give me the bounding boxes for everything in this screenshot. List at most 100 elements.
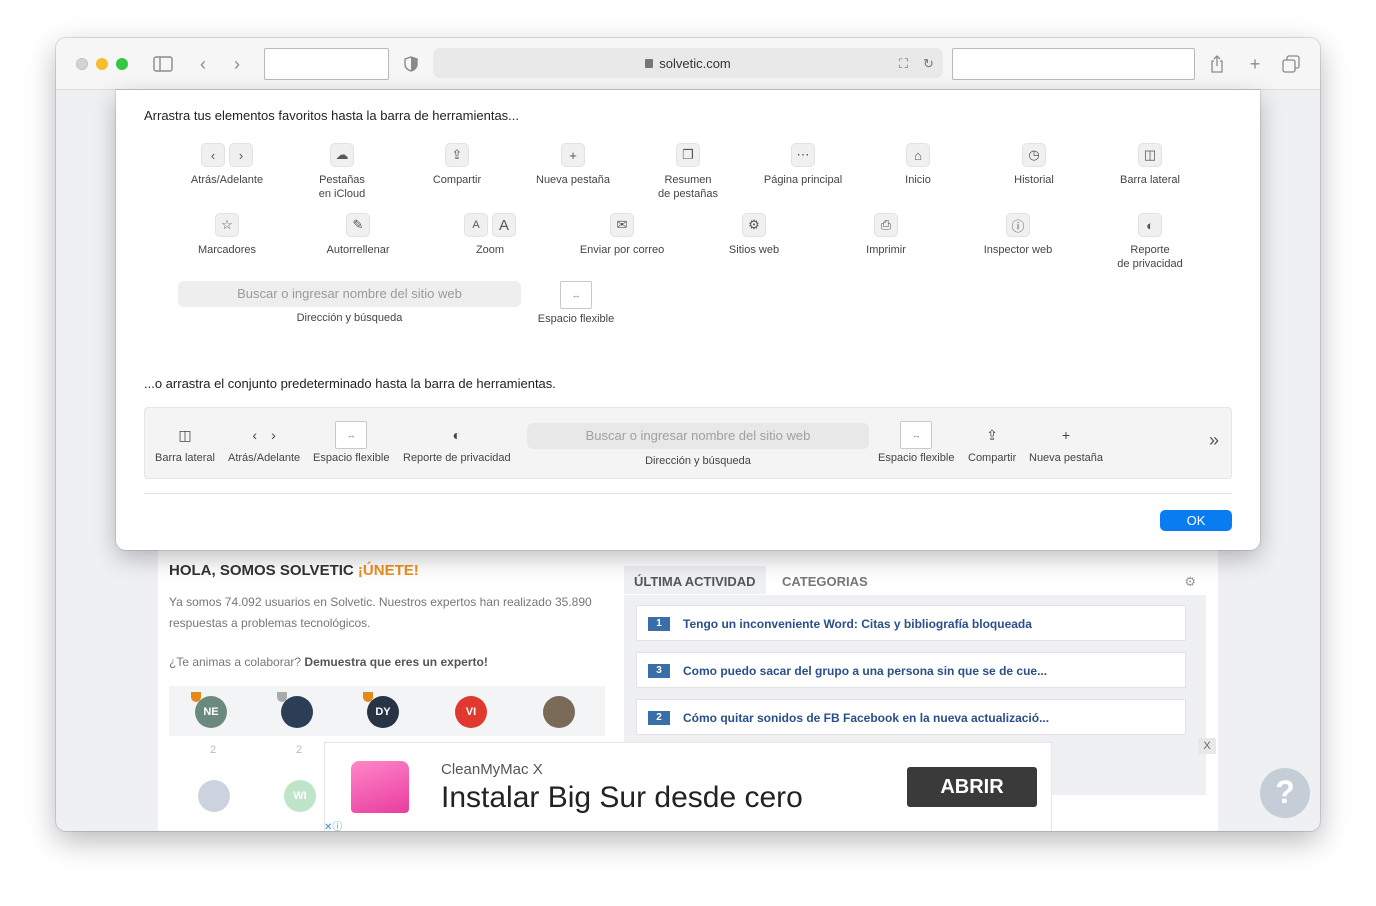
item-back-forward[interactable]: ‹ › Atrás/Adelante [167,142,287,187]
default-toolbar-set[interactable]: ◫ Barra lateral ‹ › Atrás/Adelante ↔ Espa… [144,407,1232,479]
item-history[interactable]: ◷ Historial [974,142,1094,187]
item-print[interactable]: ⎙ Imprimir [826,212,946,257]
default-item-back-forward: ‹ › Atrás/Adelante [228,427,301,464]
avatar[interactable]: VI [455,696,487,728]
toolbar-drop-slot-left[interactable] [264,48,389,80]
sheet-title: Arrastra tus elementos favoritos hasta l… [144,108,520,123]
user-count: 2 [296,744,303,756]
reload-icon[interactable]: ↻ [923,56,934,72]
avatar[interactable] [543,696,575,728]
gear-icon: ⚙ [742,213,766,237]
autofill-icon: ✎ [346,213,370,237]
tab-categorias[interactable]: CATEGORIAS [782,574,868,589]
default-item-new-tab: + Nueva pestaña [1029,427,1103,464]
item-tab-overview[interactable]: ❐ Resumen de pestañas [628,142,748,201]
item-privacy-report[interactable]: ◐ Reporte de privacidad [1090,212,1210,271]
back-icon[interactable]: ‹ [192,53,214,75]
advertisement-banner[interactable]: CleanMyMac X Instalar Big Sur desde cero… [324,742,1052,831]
star-icon: ☆ [215,213,239,237]
avatar[interactable]: DY [367,696,399,728]
ad-open-button[interactable]: ABRIR [907,767,1037,807]
default-item-sidebar: ◫ Barra lateral [155,426,215,465]
tab-ultima-actividad[interactable]: ÚLTIMA ACTIVIDAD [624,566,766,594]
item-sidebar[interactable]: ◫ Barra lateral [1090,142,1210,187]
default-item-flex2: ↔ Espacio flexible [878,421,954,464]
sidebar-toggle-icon[interactable] [152,53,174,75]
address-text: solvetic.com [659,56,731,71]
collaborate-link[interactable]: Demuestra que eres un experto! [304,655,487,669]
privacy-shield-icon: ◐ [1138,213,1162,237]
zoom-out-icon: A [464,213,488,237]
privacy-shield-icon[interactable] [400,53,422,75]
ad-headline: Instalar Big Sur desde cero [441,781,803,814]
item-new-tab[interactable]: + Nueva pestaña [513,142,633,187]
forward-icon[interactable]: › [226,53,248,75]
item-flexible-space[interactable]: ↔ Espacio flexible [516,280,636,326]
item-share[interactable]: ⇪ Compartir [397,142,517,187]
ad-close-button[interactable]: X [1198,738,1216,754]
avatar[interactable]: WI [284,780,316,812]
info-icon: ⓘ [1006,213,1030,237]
default-item-privacy: ◐ Reporte de privacidad [403,427,511,464]
toolbar-drop-slot-right[interactable] [952,48,1195,80]
adchoices-icon[interactable]: ✕ⓘ [324,818,354,831]
item-bookmarks[interactable]: ☆ Marcadores [167,212,287,257]
sidebar-icon: ◫ [1138,143,1162,167]
close-window-button[interactable] [76,58,88,70]
minimize-window-button[interactable] [96,58,108,70]
home-icon: ⌂ [906,143,930,167]
top-users-strip: NE DY VI [169,686,605,736]
item-websites[interactable]: ⚙ Sitios web [694,212,814,257]
tab-overview-icon[interactable] [1280,53,1302,75]
avatar[interactable] [198,780,230,812]
item-icloud-tabs[interactable]: ☁ Pestañas en iCloud [282,142,402,201]
avatar[interactable] [281,696,313,728]
item-mail[interactable]: ✉ Enviar por correo [562,212,682,257]
share-icon: ⇪ [986,426,999,443]
item-address-search[interactable]: Buscar o ingresar nombre del sitio web [178,281,521,307]
share-icon[interactable] [1206,53,1228,75]
user-count: 2 [210,744,217,756]
activity-item[interactable]: 2 Cómo quitar sonidos de FB Facebook en l… [636,699,1186,735]
default-item-flex1: ↔ Espacio flexible [313,421,389,464]
browser-window: ‹ › solvetic.com ⛶ ↻ + HOLA, SOMOS SOLVE… [56,38,1320,831]
lock-icon [645,59,654,68]
flexible-space-icon: ↔ [560,281,592,309]
item-home[interactable]: ⌂ Inicio [858,142,978,187]
activity-item[interactable]: 3 Como puedo sacar del grupo a una person… [636,652,1186,688]
address-bar[interactable]: solvetic.com ⛶ ↻ [433,48,943,78]
mail-icon: ✉ [610,213,634,237]
zoom-in-icon: A [492,213,516,237]
item-web-inspector[interactable]: ⓘ Inspector web [958,212,1078,257]
default-item-share: ⇪ Compartir [968,426,1017,465]
activity-tabs: ÚLTIMA ACTIVIDAD CATEGORIAS ⚙ [624,560,1206,594]
zoom-window-button[interactable] [116,58,128,70]
item-zoom[interactable]: AA Zoom [430,212,550,257]
more-chevron-icon[interactable]: » [1209,430,1219,451]
tab-overview-icon: ❐ [676,143,700,167]
default-search-label: Dirección y búsqueda [645,455,751,467]
clock-icon: ◷ [1022,143,1046,167]
sheet-divider [144,493,1232,494]
gear-icon[interactable]: ⚙ [1184,574,1196,590]
new-tab-icon[interactable]: + [1244,53,1266,75]
item-autofill[interactable]: ✎ Autorrellenar [298,212,418,257]
default-item-search: Buscar o ingresar nombre del sitio web [527,423,869,449]
translate-icon[interactable]: ⛶ [899,56,908,72]
address-search-label: Dirección y búsqueda [296,312,403,324]
item-start-page[interactable]: ⋯ Página principal [743,142,863,187]
back-icon: ‹ [201,143,225,167]
default-set-heading: ...o arrastra el conjunto predeterminado… [144,376,556,391]
ok-button[interactable]: OK [1160,510,1232,531]
back-icon: ‹ [252,427,258,443]
forward-icon: › [229,143,253,167]
forward-icon: › [271,427,276,443]
join-link[interactable]: ¡ÚNETE! [358,562,419,579]
cleanmymac-logo [351,761,409,813]
browser-toolbar: ‹ › solvetic.com ⛶ ↻ + [56,38,1320,90]
flexible-space-icon: ↔ [335,421,368,449]
grid-icon: ⋯ [791,143,815,167]
customize-toolbar-sheet: Arrastra tus elementos favoritos hasta l… [116,90,1260,550]
activity-item[interactable]: 1 Tengo un inconveniente Word: Citas y bi… [636,605,1186,641]
avatar[interactable]: NE [195,696,227,728]
